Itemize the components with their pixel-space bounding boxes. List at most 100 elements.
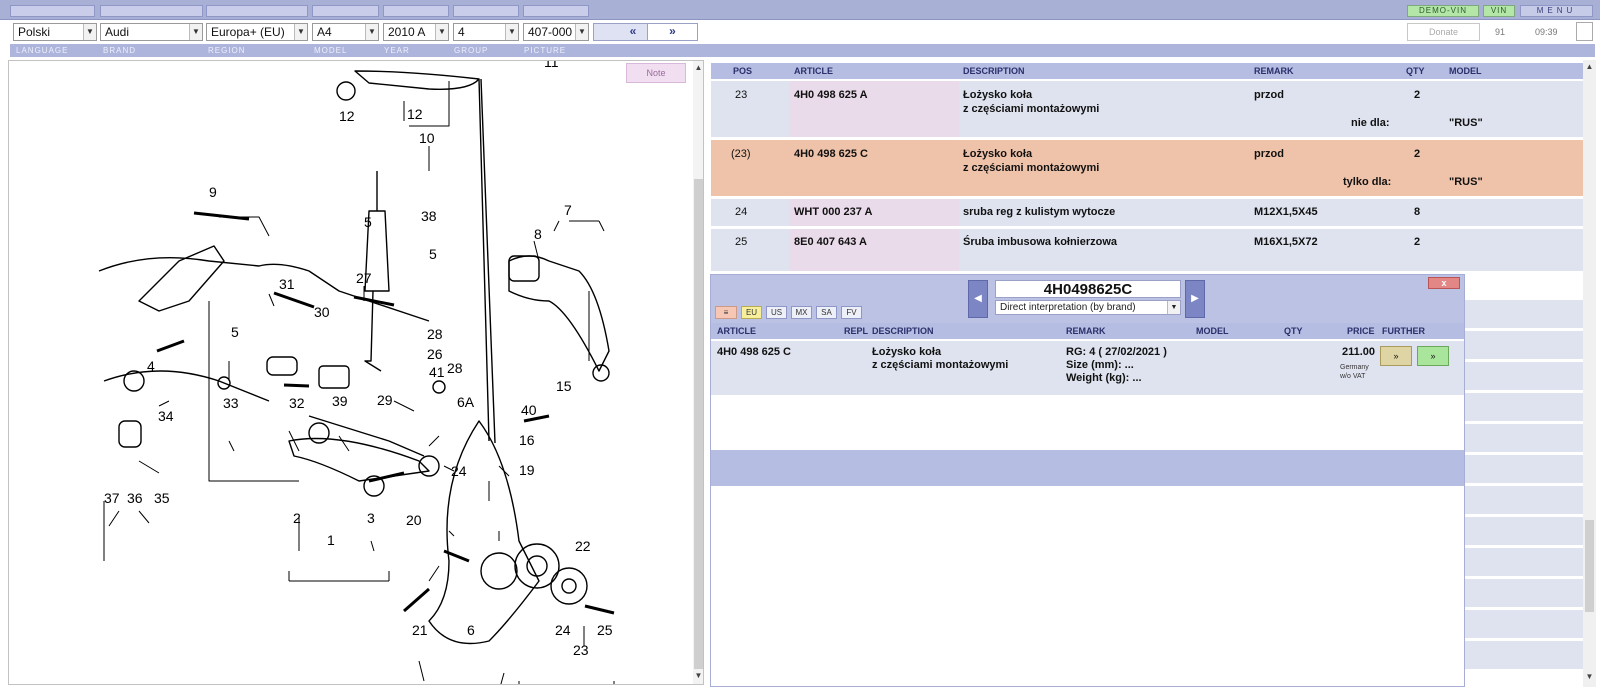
row-article[interactable]: 4H0 498 625 A: [794, 89, 868, 101]
callout[interactable]: 39: [332, 393, 348, 409]
callout[interactable]: 34: [158, 408, 174, 424]
region-us-button[interactable]: US: [766, 306, 787, 319]
callout[interactable]: 19: [519, 462, 535, 478]
donate-button[interactable]: Donate: [1407, 23, 1480, 41]
callout[interactable]: 27: [356, 270, 372, 286]
callout[interactable]: 1: [327, 532, 335, 548]
toolbar-slot-5[interactable]: [383, 5, 449, 17]
scroll-up-icon[interactable]: ▲: [1583, 62, 1596, 71]
toolbar-slot-6[interactable]: [453, 5, 519, 17]
toolbar-slot-3[interactable]: [206, 5, 308, 17]
callout[interactable]: 30: [314, 304, 330, 320]
table-row-selected[interactable]: (23) 4H0 498 625 C Łożysko koła z części…: [711, 140, 1583, 196]
language-select[interactable]: Polski ▼: [13, 23, 97, 41]
callout[interactable]: 21: [412, 622, 428, 638]
callout[interactable]: 15: [556, 378, 572, 394]
callout[interactable]: 12: [407, 106, 423, 122]
scroll-up-icon[interactable]: ▲: [693, 63, 703, 72]
callout[interactable]: 29: [377, 392, 393, 408]
callout[interactable]: 10: [419, 130, 435, 146]
callout[interactable]: 8: [534, 226, 542, 242]
toolbar-slot-1[interactable]: [10, 5, 95, 17]
callout[interactable]: 12: [339, 108, 355, 124]
col-qty: QTY: [1284, 326, 1303, 336]
scroll-down-icon[interactable]: ▼: [693, 671, 703, 680]
callout[interactable]: 25: [597, 622, 613, 638]
row-article[interactable]: WHT 000 237 A: [794, 206, 872, 218]
callout[interactable]: 41: [429, 364, 445, 380]
region-mx-button[interactable]: MX: [791, 306, 812, 319]
callout[interactable]: 31: [279, 276, 295, 292]
table-row[interactable]: 23 4H0 498 625 A Łożysko koła z częściam…: [711, 81, 1583, 137]
callout[interactable]: 26: [427, 346, 443, 362]
callout[interactable]: 22: [575, 538, 591, 554]
callout[interactable]: 40: [521, 402, 537, 418]
vin-button[interactable]: VIN: [1483, 5, 1515, 17]
diagram-scrollbar[interactable]: ▲ ▼: [693, 61, 703, 684]
callout[interactable]: 35: [154, 490, 170, 506]
row-pos: 25: [735, 236, 748, 248]
callout[interactable]: 24: [451, 463, 467, 479]
callout[interactable]: 16: [519, 432, 535, 448]
table-scrollbar[interactable]: ▲ ▼: [1583, 60, 1596, 687]
scroll-down-icon[interactable]: ▼: [1583, 672, 1596, 681]
callout-highlighted[interactable]: 23: [573, 642, 589, 658]
list-menu-button[interactable]: ≡: [715, 306, 737, 319]
menu-button[interactable]: MENU: [1520, 5, 1593, 17]
demo-vin-button[interactable]: DEMO-VIN: [1407, 5, 1479, 17]
callout[interactable]: 5: [231, 324, 239, 340]
region-sa-button[interactable]: SA: [816, 306, 837, 319]
suspension-diagram[interactable]: 9 5 8 7 11 12 12 10 38 31 27 5 30 28 26 …: [9, 61, 693, 684]
callout[interactable]: 7: [564, 202, 572, 218]
result-article[interactable]: 4H0 498 625 C: [717, 346, 791, 358]
region-select[interactable]: Europa+ (EU) ▼: [206, 23, 308, 41]
toolbar-slot-7[interactable]: [523, 5, 589, 17]
interpretation-select[interactable]: Direct interpretation (by brand) ▼: [995, 300, 1181, 315]
group-select[interactable]: 4 ▼: [453, 23, 519, 41]
callout[interactable]: 28: [427, 326, 443, 342]
further-button-2[interactable]: »: [1417, 346, 1449, 366]
callout[interactable]: 20: [406, 512, 422, 528]
callout[interactable]: 33: [223, 395, 239, 411]
table-row[interactable]: 25 8E0 407 643 A Śruba imbusowa kołnierz…: [711, 229, 1583, 271]
callout[interactable]: 24: [555, 622, 571, 638]
table-row[interactable]: 24 WHT 000 237 A sruba reg z kulistym wy…: [711, 199, 1583, 226]
close-button[interactable]: x: [1428, 277, 1460, 289]
result-row[interactable]: 4H0 498 625 C Łożysko koła z częściami m…: [711, 341, 1464, 395]
next-picture-button[interactable]: »: [647, 23, 698, 41]
callout[interactable]: 6A: [457, 394, 475, 410]
note-button[interactable]: Note: [626, 63, 686, 83]
brand-select[interactable]: Audi ▼: [100, 23, 203, 41]
next-arrow-icon[interactable]: ▶: [1185, 280, 1205, 318]
callout[interactable]: 4: [147, 358, 155, 374]
corner-box[interactable]: [1576, 22, 1593, 41]
callout[interactable]: 32: [289, 395, 305, 411]
callout[interactable]: 11: [544, 61, 559, 70]
callout[interactable]: 36: [127, 490, 143, 506]
callout[interactable]: 28: [447, 360, 463, 376]
callout[interactable]: 9: [209, 184, 217, 200]
callout[interactable]: 6: [467, 622, 475, 638]
col-model: MODEL: [1196, 326, 1229, 336]
model-select[interactable]: A4 ▼: [312, 23, 379, 41]
row-article[interactable]: 4H0 498 625 C: [794, 148, 868, 160]
region-eu-button[interactable]: EU: [741, 306, 762, 319]
scroll-thumb[interactable]: [1585, 520, 1594, 612]
scroll-thumb[interactable]: [694, 179, 703, 669]
part-number-field[interactable]: 4H0498625C: [995, 280, 1181, 298]
region-fv-button[interactable]: FV: [841, 306, 862, 319]
row-article[interactable]: 8E0 407 643 A: [794, 236, 867, 248]
model-value: A4: [317, 25, 332, 39]
toolbar-slot-4[interactable]: [312, 5, 379, 17]
picture-select[interactable]: 407-000 ▼: [523, 23, 589, 41]
toolbar-slot-2[interactable]: [100, 5, 203, 17]
callout[interactable]: 5: [429, 246, 437, 262]
further-button-1[interactable]: »: [1380, 346, 1412, 366]
callout[interactable]: 38: [421, 208, 437, 224]
callout[interactable]: 37: [104, 490, 120, 506]
year-select[interactable]: 2010 A ▼: [383, 23, 449, 41]
prev-arrow-icon[interactable]: ◀: [968, 280, 988, 318]
callout[interactable]: 5: [364, 214, 372, 230]
callout[interactable]: 2: [293, 510, 301, 526]
callout[interactable]: 3: [367, 510, 375, 526]
